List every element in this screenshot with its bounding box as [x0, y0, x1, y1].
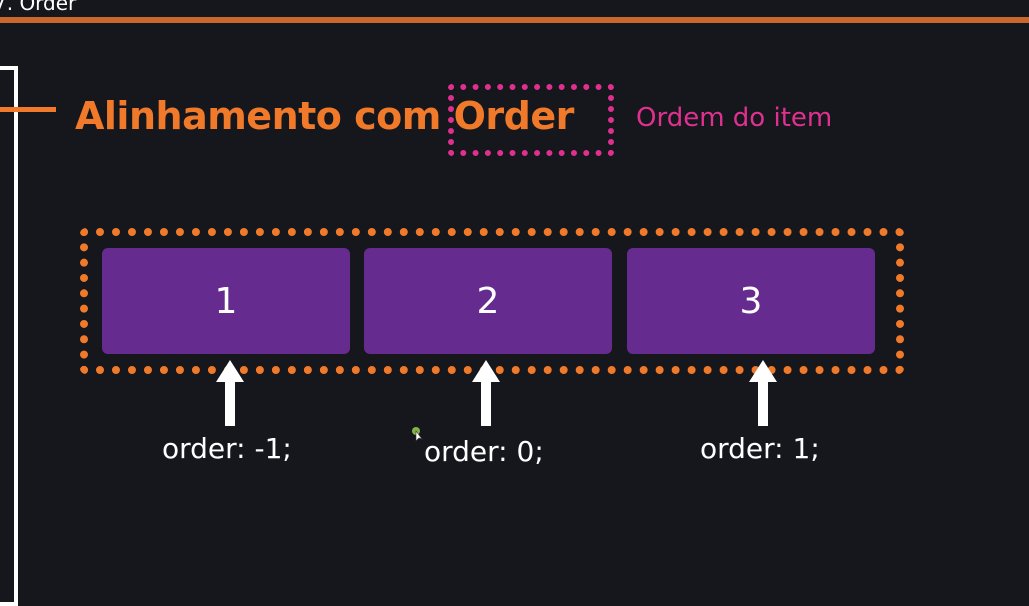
left-frame: [0, 66, 18, 606]
up-arrow-icon: [472, 360, 500, 426]
mouse-cursor-icon: [412, 427, 423, 442]
flex-item-label: 1: [214, 280, 238, 322]
flex-item-label: 3: [739, 280, 763, 322]
flex-item-3: 3: [627, 248, 875, 354]
header-divider: [0, 17, 1029, 23]
order-caption: order: 1;: [700, 432, 820, 465]
left-marker: [0, 107, 56, 112]
order-caption: order: 0;: [424, 435, 544, 468]
flex-item-1: 1: [102, 248, 350, 354]
flex-item-label: 2: [476, 280, 500, 322]
annotation-label: Ordem do item: [636, 103, 833, 133]
up-arrow-icon: [749, 360, 777, 426]
video-title: 7. Order: [0, 0, 77, 15]
heading-prefix: Alinhamento com: [75, 94, 454, 138]
up-arrow-icon: [216, 360, 244, 426]
order-caption: order: -1;: [162, 432, 292, 465]
flex-item-2: 2: [364, 248, 612, 354]
order-highlight-box: [448, 84, 614, 156]
